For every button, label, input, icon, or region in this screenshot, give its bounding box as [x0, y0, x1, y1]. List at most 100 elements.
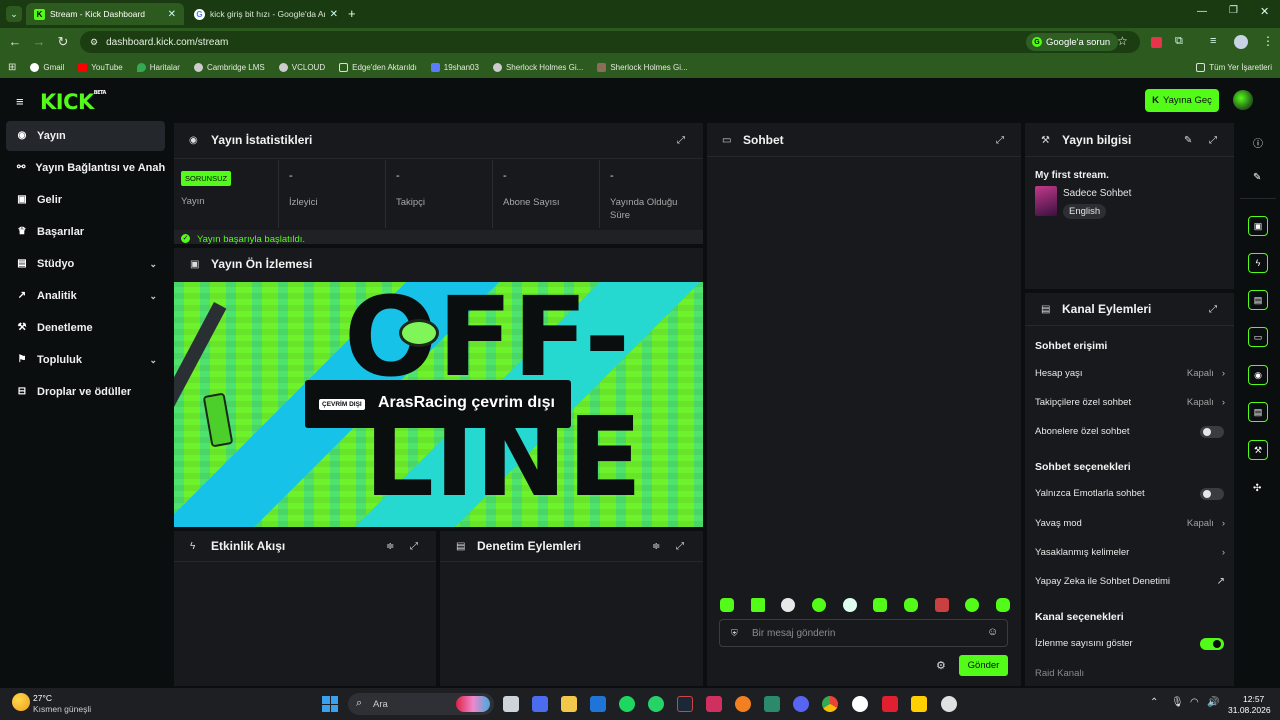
bookmark-star-icon[interactable]: ☆ [1117, 34, 1128, 48]
emote-icon[interactable] [811, 598, 826, 612]
bookmark-sherlock-2[interactable]: Sherlock Holmes Gi... [597, 62, 688, 72]
kick-logo[interactable]: KICKBETA [40, 90, 106, 114]
raid-row[interactable]: Raid Kanalı [1035, 668, 1225, 679]
emote-icon[interactable] [781, 598, 796, 612]
chat-toolbar-icon[interactable]: ▭ [1248, 327, 1268, 347]
banned-words-row[interactable]: Yasaklanmış kelimeler › [1035, 547, 1225, 558]
expand-icon[interactable]: ⤢ [676, 541, 684, 552]
windows-start-icon[interactable] [322, 696, 338, 712]
steam-icon[interactable] [677, 696, 693, 712]
site-info-icon[interactable]: ⚙ [90, 37, 98, 48]
stream-preview[interactable]: OFF- LINE ÇEVRİM DIŞI ArasRacing çevrim … [174, 282, 703, 527]
emote-icon[interactable] [720, 598, 734, 612]
cloud-icon[interactable] [735, 696, 751, 712]
bookmark-cambridge[interactable]: Cambridge LMS [193, 62, 265, 72]
clock-time[interactable]: 12:57 [1243, 694, 1264, 704]
weather-sun-icon[interactable] [12, 693, 30, 711]
wifi-icon[interactable]: ◠ [1190, 697, 1199, 708]
sidebar-item-analytics[interactable]: ↗ Analitik ⌄ [6, 281, 165, 311]
sidebar-item-community[interactable]: ⚑ Topluluk ⌄ [6, 345, 165, 375]
emote-icon[interactable] [903, 598, 918, 612]
subscribers-only-toggle[interactable] [1200, 426, 1224, 438]
channel-toolbar-icon[interactable]: ▤ [1248, 402, 1268, 422]
list-toolbar-icon[interactable]: ▤ [1248, 290, 1268, 310]
emote-icon[interactable] [965, 598, 980, 612]
go-live-button[interactable]: K Yayına Geç [1145, 89, 1219, 112]
expand-icon[interactable]: ⤢ [996, 135, 1004, 146]
sidebar-item-stream-key[interactable]: ⚯ Yayın Bağlantısı ve Anahtarı [6, 153, 165, 183]
tab-search-button[interactable]: ⌄ [6, 6, 22, 22]
sidebar-item-achievements[interactable]: ♛ Başarılar [6, 217, 165, 247]
app-icon[interactable] [706, 696, 722, 712]
app-icon[interactable] [911, 696, 927, 712]
sidebar-item-revenue[interactable]: ▣ Gelir [6, 185, 165, 215]
mail-icon[interactable] [590, 696, 606, 712]
extensions-puzzle-icon[interactable]: ⧉ [1175, 35, 1183, 48]
bookmark-folder-edge[interactable]: Edge'den Aktarıldı [339, 62, 417, 72]
chevron-up-icon[interactable]: ⌃ [1150, 697, 1158, 708]
menu-kebab-icon[interactable]: ⋮ [1262, 34, 1274, 48]
google-ask-button[interactable]: G Google'a sorun [1026, 33, 1119, 51]
new-tab-icon[interactable]: + [348, 6, 356, 21]
user-avatar[interactable] [1233, 90, 1253, 110]
lightning-toolbar-icon[interactable]: ϟ [1248, 253, 1268, 273]
tab-google-search[interactable]: G kick giriş bit hızı - Google'da Ar ✕ [186, 3, 346, 25]
followers-only-row[interactable]: Takipçilere özel sohbet Kapalı › [1035, 397, 1225, 408]
store-icon[interactable] [532, 696, 548, 712]
profile-avatar[interactable] [1234, 35, 1248, 49]
bookmark-youtube[interactable]: YouTube [78, 62, 123, 72]
extension-icon[interactable] [1151, 37, 1162, 48]
chat-input[interactable]: ⛨ Bir mesaj gönderin ☺ [719, 619, 1008, 647]
emote-icon[interactable] [750, 598, 765, 612]
reload-icon[interactable]: ↻ [55, 34, 71, 50]
close-window-icon[interactable]: ✕ [1260, 5, 1269, 18]
bookmark-gmail[interactable]: Gmail [30, 62, 64, 72]
info-icon[interactable]: ⓘ [1253, 135, 1263, 150]
back-icon[interactable]: ← [7, 34, 23, 50]
emote-icon[interactable] [995, 598, 1010, 612]
microphone-icon[interactable]: 🎙 [1171, 697, 1184, 708]
expand-icon[interactable]: ⤢ [1209, 135, 1217, 146]
expand-icon[interactable]: ⤢ [410, 541, 418, 552]
bookmark-sherlock-1[interactable]: Sherlock Holmes Gi... [492, 62, 583, 72]
slow-mode-row[interactable]: Yavaş mod Kapalı › [1035, 518, 1225, 529]
expand-icon[interactable]: ⤢ [677, 135, 685, 146]
emoji-icon[interactable]: ☺ [987, 626, 998, 638]
all-bookmarks[interactable]: Tüm Yer İşaretleri [1196, 62, 1272, 72]
task-view-icon[interactable] [503, 696, 519, 712]
sidebar-item-studio[interactable]: ▤ Stüdyo ⌄ [6, 249, 165, 279]
account-age-row[interactable]: Hesap yaşı Kapalı › [1035, 368, 1225, 379]
sidebar-item-moderation[interactable]: ⚒ Denetleme [6, 313, 165, 343]
emotes-only-toggle[interactable] [1200, 488, 1224, 500]
app-icon[interactable] [764, 696, 780, 712]
app-icon[interactable] [882, 696, 898, 712]
filter-icon[interactable]: ≑ [386, 541, 394, 552]
emote-icon[interactable] [842, 598, 857, 612]
apps-grid-icon[interactable]: ⊞ [8, 62, 16, 73]
close-tab-icon[interactable]: ✕ [330, 9, 338, 20]
ai-moderation-row[interactable]: Yapay Zeka ile Sohbet Denetimi ↗ [1035, 576, 1225, 587]
clock-date[interactable]: 31.08.2026 [1228, 705, 1271, 715]
video-toolbar-icon[interactable]: ▣ [1248, 216, 1268, 236]
edit-icon[interactable]: ✎ [1253, 172, 1261, 183]
show-viewers-toggle[interactable] [1200, 638, 1224, 650]
whatsapp-icon[interactable] [648, 696, 664, 712]
bookmark-maps[interactable]: Haritalar [136, 62, 180, 72]
emote-icon[interactable] [934, 598, 949, 612]
bookmark-vcloud[interactable]: VCLOUD [278, 62, 325, 72]
hamburger-menu-icon[interactable]: ≡ [16, 94, 24, 109]
edit-icon[interactable]: ✎ [1184, 135, 1192, 146]
discord-icon[interactable] [793, 696, 809, 712]
url-field[interactable]: ⚙ dashboard.kick.com/stream [80, 31, 1140, 53]
send-button[interactable]: Gönder [959, 655, 1008, 676]
apps-icon[interactable]: ✣ [1253, 483, 1261, 494]
tab-kick-dashboard[interactable]: K Stream - Kick Dashboard ✕ [26, 3, 184, 25]
filter-icon[interactable]: ≑ [652, 541, 660, 552]
expand-icon[interactable]: ⤢ [1209, 304, 1217, 315]
chrome-icon[interactable] [822, 696, 838, 712]
settings-gear-icon[interactable]: ⚙ [936, 659, 946, 672]
sidebar-item-stream[interactable]: ◉ Yayın [6, 121, 165, 151]
close-tab-icon[interactable]: ✕ [168, 9, 176, 20]
reading-list-icon[interactable]: ≡ [1210, 35, 1216, 47]
emote-icon[interactable] [873, 598, 888, 612]
